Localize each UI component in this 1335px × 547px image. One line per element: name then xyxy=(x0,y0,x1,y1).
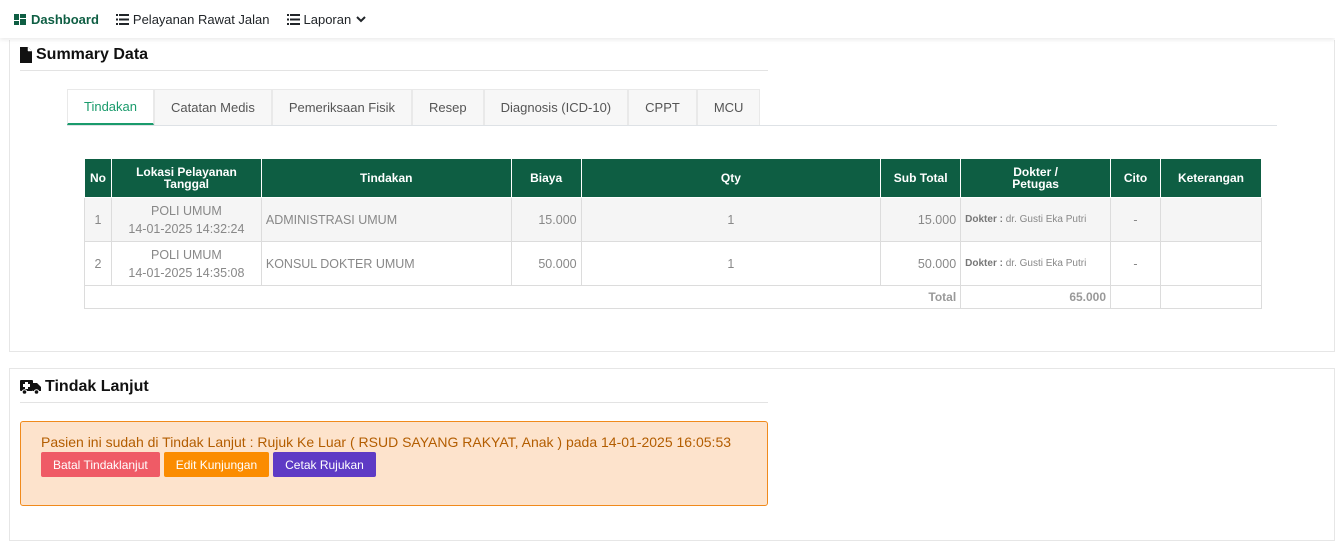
file-icon xyxy=(20,47,32,63)
col-header-no: No xyxy=(84,158,112,198)
ambulance-icon xyxy=(20,380,41,395)
col-header-subtotal: Sub Total xyxy=(880,158,962,198)
cell-cito: - xyxy=(1110,197,1161,242)
cell-biaya: 50.000 xyxy=(510,241,582,286)
list-icon xyxy=(286,13,300,25)
nav-pelayanan-rawat-jalan[interactable]: Pelayanan Rawat Jalan xyxy=(115,11,270,27)
cell-keterangan xyxy=(1159,197,1263,242)
cell-keterangan xyxy=(1159,241,1263,286)
summary-title-text: Summary Data xyxy=(36,46,149,63)
tindak-lanjut-title-text: Tindak Lanjut xyxy=(45,378,149,395)
table-row: 2 POLI UMUM 14-01-2025 14:35:08 KONSUL DO… xyxy=(84,241,1263,286)
cell-subtotal: 50.000 xyxy=(880,241,962,286)
tindakan-table: No Lokasi Pelayanan Tanggal Tindakan Biay… xyxy=(83,158,1263,309)
cell-no: 1 xyxy=(84,197,112,242)
total-value: 65.000 xyxy=(960,285,1112,309)
top-navbar: Dashboard Pelayanan Rawat Jalan Laporan xyxy=(0,0,1335,38)
tindak-lanjut-card: Tindak Lanjut Pasien ini sudah di Tindak… xyxy=(9,368,1335,541)
cell-dokter: Dokter : dr. Gusti Eka Putri xyxy=(960,197,1112,242)
summary-data-card: Summary Data Tindakan Catatan Medis Peme… xyxy=(9,40,1335,352)
tab-mcu[interactable]: MCU xyxy=(696,89,761,125)
tab-tindakan[interactable]: Tindakan xyxy=(67,89,154,125)
cell-biaya: 15.000 xyxy=(510,197,582,242)
col-header-lokasi: Lokasi Pelayanan Tanggal xyxy=(110,158,262,198)
total-empty-cito xyxy=(1110,285,1161,309)
cell-tindakan: ADMINISTRASI UMUM xyxy=(260,197,512,242)
cell-qty: 1 xyxy=(580,241,882,286)
tindak-lanjut-title: Tindak Lanjut xyxy=(20,378,768,403)
table-row: 1 POLI UMUM 14-01-2025 14:32:24 ADMINISTR… xyxy=(84,197,1263,242)
cell-lokasi: POLI UMUM 14-01-2025 14:35:08 xyxy=(110,241,262,286)
tab-pemeriksaan-fisik[interactable]: Pemeriksaan Fisik xyxy=(271,89,413,125)
table-total-row: Total 65.000 xyxy=(83,285,1263,309)
tab-cppt[interactable]: CPPT xyxy=(628,89,697,125)
total-label: Total xyxy=(83,285,962,309)
alert-buttons: Batal Tindaklanjut Edit Kunjungan Cetak … xyxy=(41,452,747,477)
nav-pelayanan-label: Pelayanan Rawat Jalan xyxy=(132,11,270,27)
total-empty-keterangan xyxy=(1159,285,1263,309)
tab-diagnosis[interactable]: Diagnosis (ICD-10) xyxy=(483,89,629,125)
cell-subtotal: 15.000 xyxy=(880,197,962,242)
tab-catatan-medis[interactable]: Catatan Medis xyxy=(154,89,272,125)
cetak-rujukan-button[interactable]: Cetak Rujukan xyxy=(273,452,376,477)
cell-tindakan: KONSUL DOKTER UMUM xyxy=(260,241,512,286)
col-header-keterangan: Keterangan xyxy=(1159,158,1263,198)
summary-title: Summary Data xyxy=(20,46,768,71)
cell-dokter: Dokter : dr. Gusti Eka Putri xyxy=(960,241,1112,286)
chevron-down-icon xyxy=(356,15,366,22)
cell-cito: - xyxy=(1110,241,1161,286)
dashboard-icon xyxy=(14,13,26,25)
tindak-lanjut-alert: Pasien ini sudah di Tindak Lanjut : Ruju… xyxy=(20,421,768,506)
cell-lokasi: POLI UMUM 14-01-2025 14:32:24 xyxy=(110,197,262,242)
cell-qty: 1 xyxy=(580,197,882,242)
list-icon xyxy=(115,13,129,25)
col-header-tindakan: Tindakan xyxy=(260,158,512,198)
edit-kunjungan-button[interactable]: Edit Kunjungan xyxy=(163,452,270,477)
nav-laporan-label: Laporan xyxy=(303,11,352,27)
summary-tabs: Tindakan Catatan Medis Pemeriksaan Fisik… xyxy=(67,89,1277,126)
table-header-row: No Lokasi Pelayanan Tanggal Tindakan Biay… xyxy=(84,158,1263,198)
nav-laporan-dropdown[interactable]: Laporan xyxy=(286,11,367,27)
nav-dashboard-label: Dashboard xyxy=(31,11,99,27)
col-header-qty: Qty xyxy=(580,158,882,198)
col-header-cito: Cito xyxy=(1110,158,1161,198)
col-header-biaya: Biaya xyxy=(510,158,582,198)
batal-tindaklanjut-button[interactable]: Batal Tindaklanjut xyxy=(41,452,160,477)
cell-no: 2 xyxy=(84,241,112,286)
nav-dashboard[interactable]: Dashboard xyxy=(14,12,99,27)
col-header-dokter: Dokter / Petugas xyxy=(960,158,1112,198)
alert-message: Pasien ini sudah di Tindak Lanjut : Ruju… xyxy=(41,434,732,450)
tab-resep[interactable]: Resep xyxy=(412,89,484,125)
